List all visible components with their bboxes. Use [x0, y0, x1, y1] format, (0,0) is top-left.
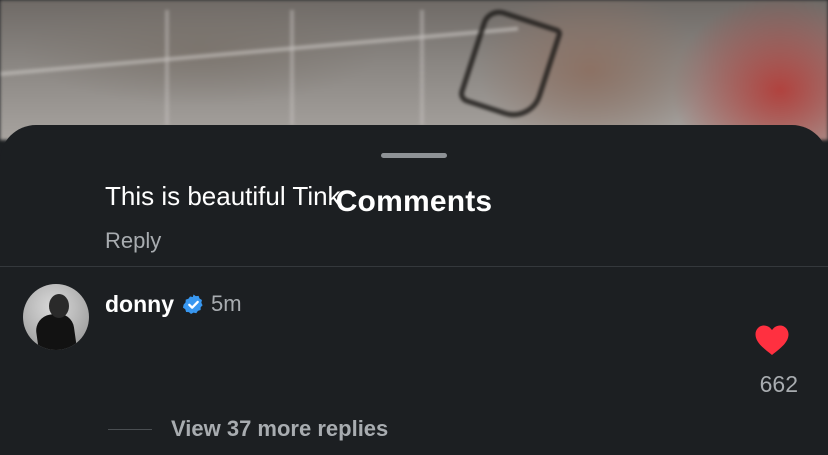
background-post [420, 10, 424, 125]
verified-badge-icon [182, 293, 203, 314]
avatar-figure-head [49, 294, 69, 318]
comments-screen: Comments donny 5m This is beautiful Tink… [0, 0, 828, 455]
replies-thread-line [108, 429, 152, 430]
background-glasses [456, 5, 564, 125]
like-count: 662 [759, 371, 798, 397]
heart-icon[interactable] [754, 324, 790, 356]
comment-meta: donny 5m [105, 289, 242, 319]
background-post [165, 10, 169, 125]
view-more-replies-button[interactable]: View 37 more replies [171, 416, 388, 442]
comment-item: donny 5m [0, 267, 828, 455]
comment-username[interactable]: donny [105, 291, 174, 318]
sheet-drag-handle[interactable] [381, 153, 447, 158]
background-post [290, 10, 294, 125]
background-railing [0, 26, 519, 76]
avatar[interactable] [23, 284, 89, 350]
comment-text: This is beautiful Tink [105, 181, 341, 211]
background-photo [0, 0, 828, 140]
comments-sheet: Comments donny 5m [0, 125, 828, 455]
reply-button[interactable]: Reply [105, 228, 161, 254]
comment-timestamp: 5m [211, 291, 242, 316]
